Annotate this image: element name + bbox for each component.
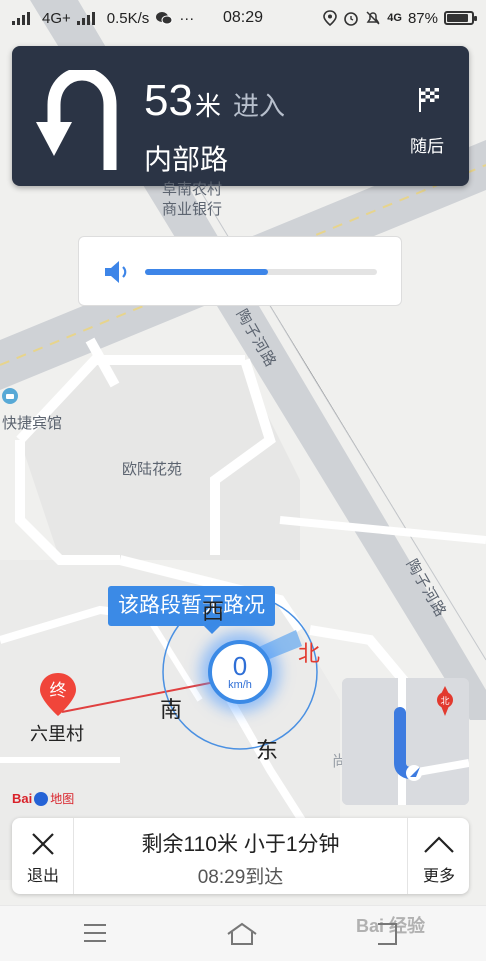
speed-unit: km/h	[228, 679, 252, 691]
later-label: 随后	[410, 137, 444, 156]
logo-text: Bai	[12, 791, 33, 806]
hotel-icon[interactable]	[2, 388, 18, 404]
volume-slider-fill	[145, 269, 268, 275]
location-icon	[323, 10, 338, 26]
signal-icon-2	[76, 11, 95, 25]
bank-label-line1: 阜南农村	[162, 181, 223, 198]
chevron-up-icon	[424, 836, 454, 853]
speedometer[interactable]: 0 km/h	[208, 640, 272, 704]
compass-south: 南	[160, 697, 183, 722]
bank-label-line2: 商业银行	[162, 201, 223, 218]
status-right: 4G 87%	[323, 9, 477, 27]
volume-slider[interactable]	[145, 269, 377, 275]
close-icon	[32, 833, 54, 855]
garden-label[interactable]: 欧陆花苑	[122, 458, 182, 479]
wechat-icon	[156, 12, 173, 25]
more-dots: ···	[179, 9, 195, 27]
battery-icon	[444, 11, 477, 25]
exit-label: 退出	[26, 868, 59, 885]
data-speed: 0.5K/s	[106, 9, 150, 27]
turn-guidance-card[interactable]: 53 米 进入 内部路 随后	[12, 46, 469, 186]
hotel-label[interactable]: 快捷宾馆	[2, 412, 62, 433]
bank-label[interactable]: 阜南农村 商业银行	[162, 180, 222, 220]
overview-minimap[interactable]: 北	[342, 678, 469, 805]
paw-icon	[34, 791, 49, 806]
svg-text:北: 北	[440, 696, 449, 707]
volume-panel	[78, 236, 402, 306]
destination-pin-label: 终	[49, 681, 67, 700]
road-name: 内部路	[144, 144, 229, 175]
arrival-time: 08:29到达	[197, 867, 284, 888]
battery-percent: 87%	[407, 9, 438, 27]
more-button[interactable]: 更多	[407, 818, 469, 894]
menu-icon[interactable]	[82, 922, 108, 944]
speed-value: 0	[232, 651, 248, 681]
distance-row: 53 米 进入	[144, 76, 285, 126]
logo-text-2: 地图	[50, 792, 75, 806]
exit-button[interactable]: 退出	[12, 818, 74, 894]
network2-label: 4G	[387, 12, 402, 24]
distance-unit: 米	[194, 91, 221, 121]
more-label: 更多	[422, 868, 455, 885]
u-turn-left-icon	[36, 70, 117, 170]
action-label: 进入	[232, 91, 285, 121]
route-summary-bar: 退出 剩余110米 小于1分钟 08:29到达 更多	[12, 818, 469, 894]
compass-north: 北	[298, 641, 321, 666]
compass-west: 西	[202, 599, 225, 624]
remaining-info: 剩余110米 小于1分钟	[141, 833, 340, 856]
distance-value: 53	[144, 76, 193, 125]
compass-east: 东	[256, 738, 279, 763]
network-label: 4G+	[42, 9, 71, 27]
destination-pin[interactable]: 终	[38, 672, 78, 718]
status-left: 4G+ 0.5K/s ···	[12, 10, 194, 27]
status-bar: 4G+ 0.5K/s ··· 08:29 4G 87%	[0, 0, 486, 36]
checkered-flag-icon	[419, 88, 439, 112]
baidu-map-logo: Bai 地图	[12, 790, 74, 807]
minimap-route: 北	[342, 678, 469, 805]
village-label[interactable]: 六里村	[30, 720, 84, 746]
home-icon[interactable]	[226, 922, 258, 946]
signal-icon	[12, 11, 30, 25]
traffic-tooltip: 该路段暂无路况	[108, 586, 275, 634]
watermark: Bai 经验	[356, 916, 426, 936]
mute-bell-icon	[366, 11, 380, 25]
alarm-icon	[344, 12, 359, 26]
speaker-icon[interactable]	[103, 259, 133, 285]
